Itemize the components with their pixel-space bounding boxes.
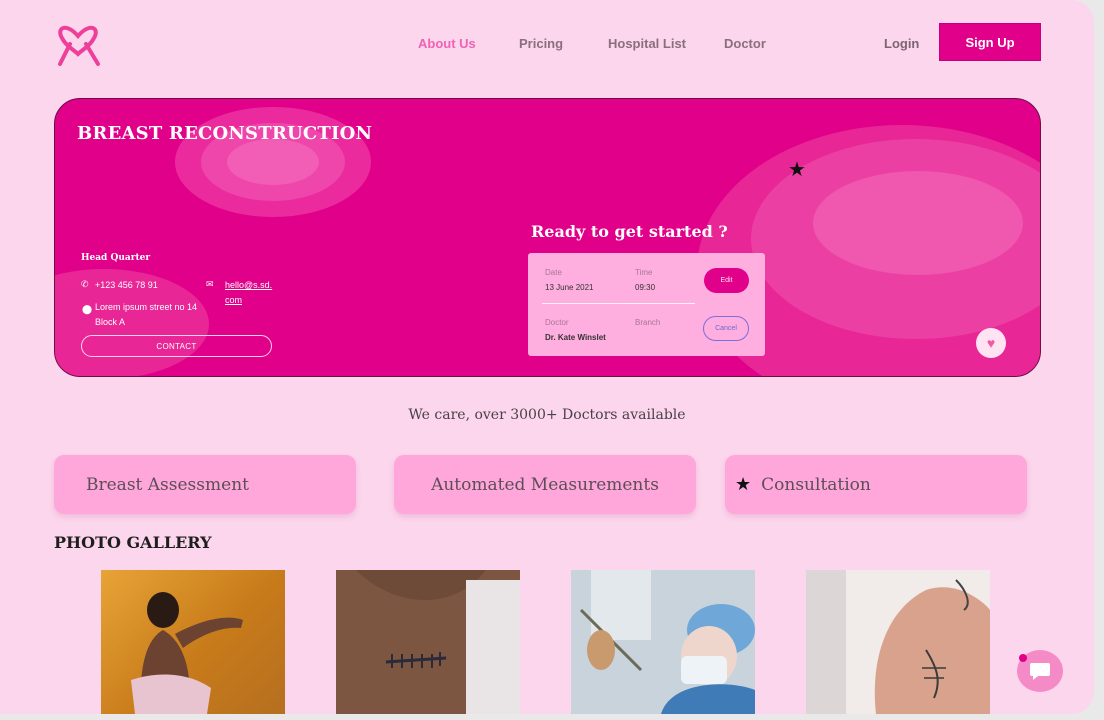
decor-ring	[227, 139, 319, 185]
notification-dot	[1019, 654, 1027, 662]
doctor-label: Doctor	[545, 318, 569, 327]
heart-icon[interactable]: ♥	[976, 328, 1006, 358]
gallery-photo-2[interactable]	[336, 570, 520, 714]
hero-banner: BREAST RECONSTRUCTION Head Quarter ✆ +12…	[54, 98, 1041, 377]
location-pin-icon: ⬤	[82, 304, 93, 314]
ribbon-logo[interactable]	[54, 14, 102, 68]
decor-ring	[813, 171, 1023, 275]
gallery-photo-3[interactable]	[571, 570, 755, 714]
star-icon: ★	[735, 474, 752, 495]
card-divider	[542, 303, 695, 304]
booking-heading: Ready to get started ?	[531, 222, 728, 241]
hq-heading: Head Quarter	[81, 253, 151, 263]
nav-pricing[interactable]: Pricing	[519, 36, 563, 51]
nav-hospital-list[interactable]: Hospital List	[608, 36, 686, 51]
hero-title: BREAST RECONSTRUCTION	[77, 123, 373, 144]
time-label: Time	[635, 268, 653, 277]
nav-about-us[interactable]: About Us	[418, 36, 476, 51]
login-link[interactable]: Login	[884, 36, 919, 51]
gallery-photo-4[interactable]	[806, 570, 990, 714]
service-label: Consultation	[761, 474, 871, 495]
hq-email-domain[interactable]: com	[225, 295, 242, 305]
gallery-title: PHOTO GALLERY	[54, 533, 212, 552]
hq-address: Lorem ipsum street no 14	[95, 302, 198, 312]
service-label: Breast Assessment	[86, 474, 249, 495]
hq-email[interactable]: hello@s.sd.	[225, 280, 272, 290]
signup-button[interactable]: Sign Up	[939, 23, 1041, 61]
service-consultation[interactable]: ★ Consultation	[725, 455, 1027, 514]
contact-button[interactable]: CONTACT	[81, 335, 272, 357]
date-label: Date	[545, 268, 562, 277]
tagline: We care, over 3000+ Doctors available	[408, 407, 686, 423]
edit-button[interactable]: Edit	[704, 268, 749, 293]
date-value: 13 June 2021	[545, 283, 594, 292]
star-icon: ★	[788, 159, 806, 181]
booking-card: Date 13 June 2021 Time 09:30 Edit Doctor…	[528, 253, 765, 356]
branch-label: Branch	[635, 318, 661, 327]
time-value: 09:30	[635, 283, 656, 292]
nav-doctor[interactable]: Doctor	[724, 36, 766, 51]
service-label: Automated Measurements	[431, 474, 659, 495]
chat-bubble-icon	[1030, 663, 1050, 680]
phone-icon: ✆	[81, 279, 89, 289]
service-breast-assessment[interactable]: Breast Assessment	[54, 455, 356, 514]
service-automated-measurements[interactable]: Automated Measurements	[394, 455, 696, 514]
gallery-photo-1[interactable]	[101, 570, 285, 714]
doctor-value: Dr. Kate Winslet	[545, 333, 606, 342]
hq-phone: +123 456 78 91	[95, 280, 158, 290]
cancel-button[interactable]: Cancel	[703, 316, 749, 341]
page-frame: About Us Pricing Hospital List Doctor Lo…	[0, 0, 1094, 714]
hq-address-block: Block A	[95, 317, 126, 327]
mail-icon: ✉	[206, 279, 214, 289]
